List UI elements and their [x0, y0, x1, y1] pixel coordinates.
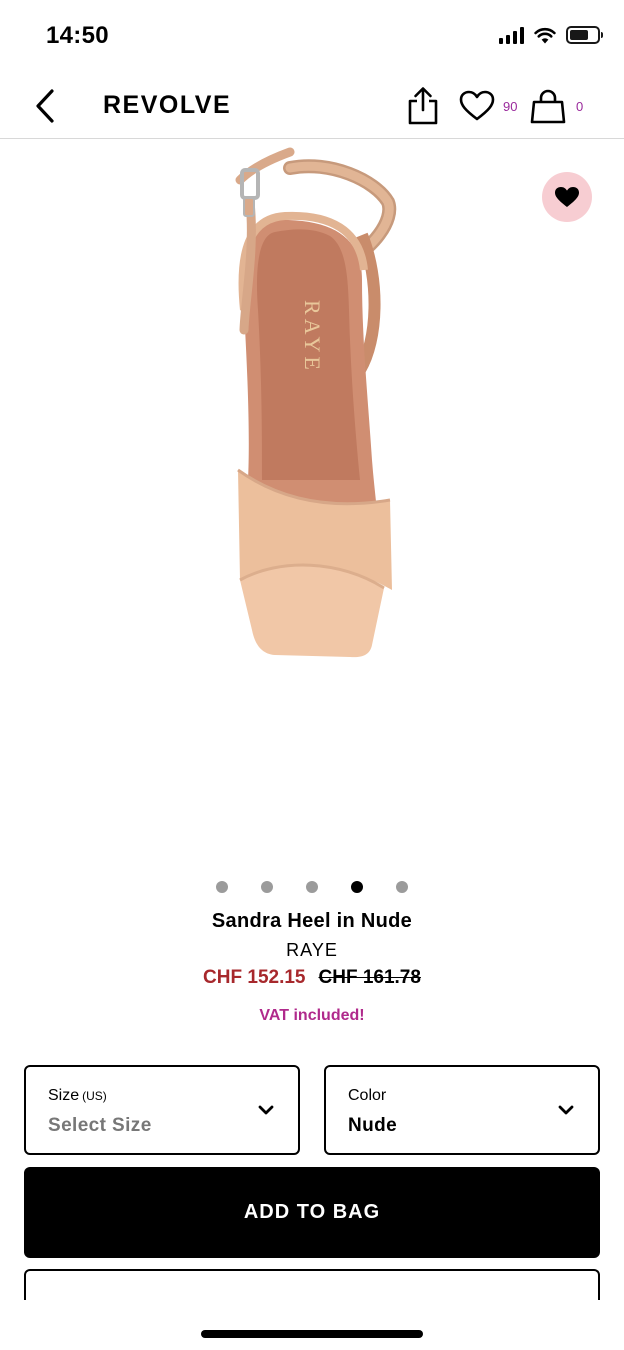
insole-brand-mark: RAYE — [300, 300, 325, 374]
battery-icon — [566, 26, 603, 44]
add-to-bag-button[interactable]: ADD TO BAG — [24, 1167, 600, 1258]
price-sale: CHF 152.15 — [203, 967, 306, 988]
carousel-dot[interactable] — [261, 881, 273, 893]
heart-outline-icon — [459, 90, 495, 121]
product-image[interactable]: RAYE — [0, 140, 624, 870]
carousel-dots — [0, 881, 624, 893]
bag-link[interactable]: 0 — [530, 86, 583, 126]
wishlist-count: 90 — [503, 98, 518, 114]
heart-filled-icon — [555, 187, 579, 207]
size-unit: (US) — [82, 1089, 107, 1103]
favorite-button[interactable] — [542, 172, 592, 222]
bag-count: 0 — [576, 98, 584, 114]
carousel-dot[interactable] — [216, 881, 228, 893]
status-icons — [499, 26, 603, 44]
share-icon — [408, 87, 438, 125]
product-name: Sandra Heel in Nude — [211, 910, 413, 932]
color-select-value: Nude — [348, 1115, 398, 1136]
price-original: CHF 161.78 — [318, 967, 421, 988]
brand-logo[interactable]: REVOLVE — [103, 91, 231, 120]
shopping-bag-icon — [530, 89, 566, 124]
size-select-value: Select Size — [48, 1115, 152, 1136]
status-time: 14:50 — [46, 22, 109, 49]
share-button[interactable] — [406, 86, 440, 126]
vat-note: VAT included! — [259, 1007, 365, 1024]
carousel-dot[interactable] — [306, 881, 318, 893]
product-brand[interactable]: RAYE — [0, 940, 624, 961]
chevron-down-icon — [558, 1105, 574, 1115]
back-button[interactable] — [28, 84, 62, 128]
bottom-area — [0, 1300, 624, 1350]
home-indicator[interactable] — [201, 1330, 423, 1338]
size-select-label: Size (US) — [48, 1087, 107, 1104]
chevron-down-icon — [258, 1105, 274, 1115]
sandal-image: RAYE — [235, 147, 397, 658]
battery-fill — [570, 30, 589, 40]
wishlist-link[interactable]: 90 — [459, 88, 517, 124]
carousel-dot[interactable] — [396, 881, 408, 893]
chevron-left-icon — [36, 89, 54, 123]
color-select-label: Color — [348, 1087, 387, 1104]
status-bar: 14:50 — [0, 0, 624, 76]
nav-bar: REVOLVE 90 0 — [0, 76, 624, 139]
color-select[interactable]: Color Nude — [324, 1065, 600, 1155]
size-select[interactable]: Size (US) Select Size — [24, 1065, 300, 1155]
wifi-icon — [534, 27, 556, 43]
carousel-dot[interactable] — [351, 881, 363, 893]
price-row: CHF 152.15 CHF 161.78 — [0, 967, 624, 989]
signal-icon — [499, 26, 524, 44]
